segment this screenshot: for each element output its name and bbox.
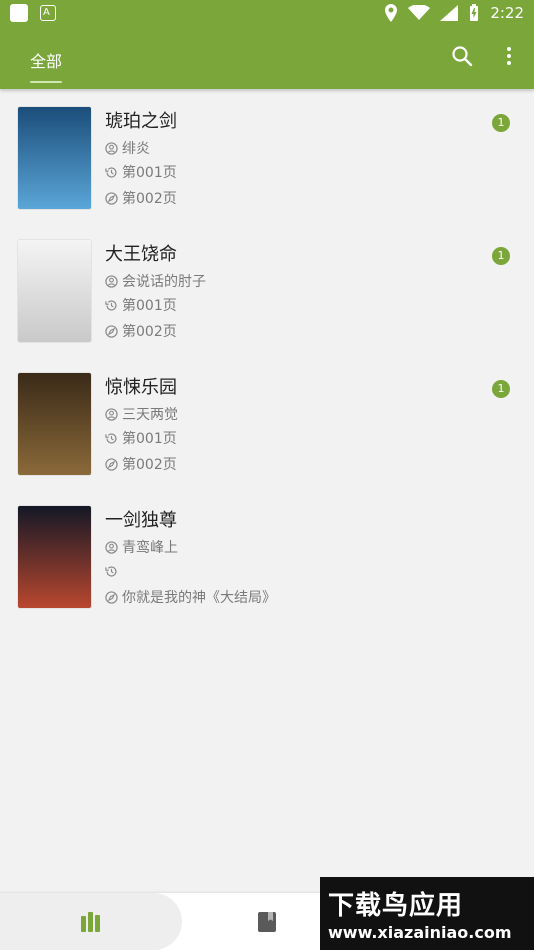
book-cover: [18, 506, 91, 608]
status-time: 2:22: [490, 4, 524, 22]
unread-badge: 1: [492, 114, 510, 132]
location-icon: [385, 4, 398, 22]
book-author-row: 绯炎: [105, 139, 150, 157]
bookshelf-icon: [81, 911, 100, 932]
book-author: 绯炎: [122, 141, 150, 157]
book-cover: [18, 107, 91, 209]
book-latest-row: 第002页: [105, 322, 177, 340]
history-icon: [105, 565, 117, 577]
tab-indicator: [30, 81, 62, 83]
book-title: 琥珀之剑: [105, 111, 177, 132]
status-left-icons: A: [10, 4, 56, 22]
status-right-icons: 2:22: [384, 3, 524, 23]
book-last-read: 第001页: [122, 431, 177, 447]
author-icon: [105, 141, 118, 155]
book-item[interactable]: 惊悚乐园 三天两觉 第001页 第002页 1: [0, 356, 534, 489]
book-latest-row: 你就是我的神《大结局》: [105, 588, 276, 606]
book-last-read: 第001页: [122, 165, 177, 181]
book-last-read-row: 第001页: [105, 429, 177, 447]
history-icon: [105, 299, 117, 311]
author-icon: [105, 540, 118, 554]
book-title: 大王饶命: [105, 244, 177, 265]
book-last-read-row: 第001页: [105, 296, 177, 314]
watermark-url: www.xiazainiao.com: [328, 923, 512, 942]
search-icon: [452, 46, 473, 67]
compass-icon: [105, 191, 118, 205]
unread-badge: 1: [492, 247, 510, 265]
book-item[interactable]: 琥珀之剑 绯炎 第001页 第002页 1: [0, 90, 534, 223]
search-button[interactable]: [446, 40, 478, 72]
book-latest: 第002页: [122, 324, 177, 340]
book-last-read-row: 第001页: [105, 163, 177, 181]
book-latest-row: 第002页: [105, 455, 177, 473]
book-latest-row: 第002页: [105, 189, 177, 207]
book-last-read: 第001页: [122, 298, 177, 314]
history-icon: [105, 166, 117, 178]
book-last-read-row: [105, 562, 122, 580]
watermark-title: 下载鸟应用: [328, 891, 464, 921]
book-author-row: 三天两觉: [105, 405, 178, 423]
book-author: 三天两觉: [122, 407, 178, 423]
app-bar: 全部: [0, 26, 534, 89]
book-latest: 第002页: [122, 191, 177, 207]
tab-all[interactable]: 全部: [30, 48, 62, 72]
more-button[interactable]: [493, 40, 525, 72]
wifi-icon: [408, 5, 431, 20]
book-author: 青鸾峰上: [122, 540, 178, 556]
book-cover: [18, 373, 91, 475]
notification-square-icon: [10, 4, 28, 22]
author-icon: [105, 407, 118, 421]
book-latest: 你就是我的神《大结局》: [122, 590, 276, 606]
signal-icon: [440, 5, 459, 21]
a-box-icon: A: [40, 5, 56, 21]
unread-badge: 1: [492, 380, 510, 398]
status-bar: A 2:22: [0, 0, 534, 26]
history-icon: [105, 432, 117, 444]
book-author-row: 青鸾峰上: [105, 538, 178, 556]
more-vert-icon: [507, 47, 511, 65]
battery-icon: [470, 4, 479, 21]
author-icon: [105, 274, 118, 288]
compass-icon: [105, 324, 118, 338]
book-title: 惊悚乐园: [105, 377, 177, 398]
watermark: 下载鸟应用 www.xiazainiao.com: [320, 877, 534, 950]
book-author: 会说话的肘子: [122, 274, 206, 290]
book-title: 一剑独尊: [105, 510, 177, 531]
compass-icon: [105, 457, 118, 471]
book-author-row: 会说话的肘子: [105, 272, 206, 290]
book-latest: 第002页: [122, 457, 177, 473]
book-item[interactable]: 一剑独尊 青鸾峰上 你就是我的神《大结局》: [0, 489, 534, 622]
book-cover: [18, 240, 91, 342]
book-item[interactable]: 大王饶命 会说话的肘子 第001页 第002页 1: [0, 223, 534, 356]
book-icon: [258, 911, 276, 932]
bottom-nav-bookshelf[interactable]: [0, 893, 182, 950]
compass-icon: [105, 590, 118, 604]
